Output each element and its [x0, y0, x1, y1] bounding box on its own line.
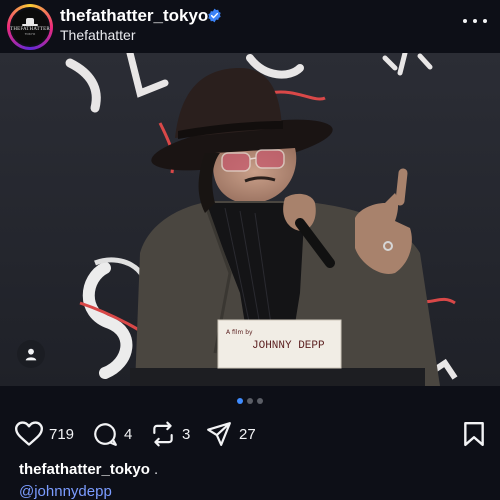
repost-icon	[153, 421, 173, 447]
send-icon	[207, 422, 231, 446]
repost-button[interactable]: 3	[150, 420, 190, 448]
like-button[interactable]: 719	[15, 420, 74, 448]
carousel-dot	[257, 398, 263, 404]
heart-icon	[15, 421, 43, 446]
post-subtitle[interactable]: Thefathatter	[60, 27, 136, 43]
avatar-logo-subtext: TOKYO	[24, 32, 36, 36]
carousel-indicator	[0, 398, 500, 404]
tagged-users-button[interactable]	[17, 340, 45, 368]
caption: thefathatter_tokyo .	[19, 461, 158, 478]
post-header: THEFATHATTER TOKYO thefathatter_tokyo Th…	[0, 0, 500, 52]
avatar-logo: THEFATHATTER TOKYO	[10, 7, 50, 47]
caption-separator: .	[154, 461, 159, 478]
post-actions-bar: 719 4 3 27	[15, 420, 485, 448]
comment-bubble-icon	[94, 423, 117, 446]
caption-username[interactable]: thefathatter_tokyo	[19, 461, 150, 478]
like-count: 719	[49, 425, 75, 443]
more-dot-icon	[483, 19, 487, 23]
hat-logo-icon	[22, 18, 38, 26]
person-icon	[25, 348, 37, 361]
comment-button[interactable]: 4	[92, 420, 132, 448]
comment-count: 4	[124, 425, 133, 443]
press-conference-photo: A film by JOHNNY DEPP	[0, 53, 500, 386]
repost-count: 3	[182, 425, 191, 443]
placard-name: JOHNNY DEPP	[252, 340, 325, 352]
placard-small-text: A film by	[226, 329, 253, 336]
carousel-dot	[247, 398, 253, 404]
profile-avatar[interactable]: THEFATHATTER TOKYO	[7, 4, 53, 50]
share-count: 27	[239, 425, 256, 443]
share-button[interactable]: 27	[205, 420, 256, 448]
carousel-dot-active	[237, 398, 243, 404]
more-options-button[interactable]	[463, 11, 487, 31]
save-button[interactable]	[463, 421, 485, 452]
post-username[interactable]: thefathatter_tokyo	[60, 6, 208, 26]
caption-mention-link[interactable]: @johnnydepp	[19, 483, 112, 500]
verified-badge-icon	[208, 8, 221, 23]
post-photo[interactable]: A film by JOHNNY DEPP	[0, 53, 500, 386]
more-dot-icon	[473, 19, 477, 23]
bookmark-icon	[464, 421, 484, 447]
more-dot-icon	[463, 19, 467, 23]
